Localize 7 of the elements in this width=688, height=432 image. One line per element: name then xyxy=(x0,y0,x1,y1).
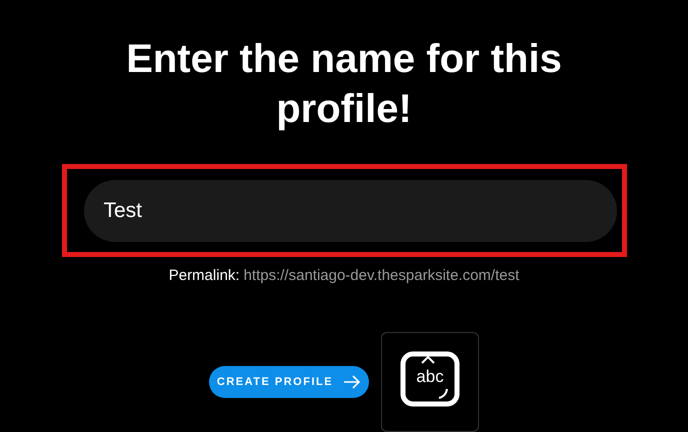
text-input-icon: abc xyxy=(400,351,460,407)
arrow-right-icon xyxy=(343,375,362,389)
page-title: Enter the name for this profile! xyxy=(125,36,563,133)
keyboard-overlay-panel[interactable]: abc xyxy=(381,332,479,432)
name-input-field[interactable]: Test xyxy=(84,180,616,242)
permalink-url: https://santiago-dev.thesparksite.com/test xyxy=(244,267,520,284)
permalink-label: Permalink: xyxy=(168,267,240,284)
